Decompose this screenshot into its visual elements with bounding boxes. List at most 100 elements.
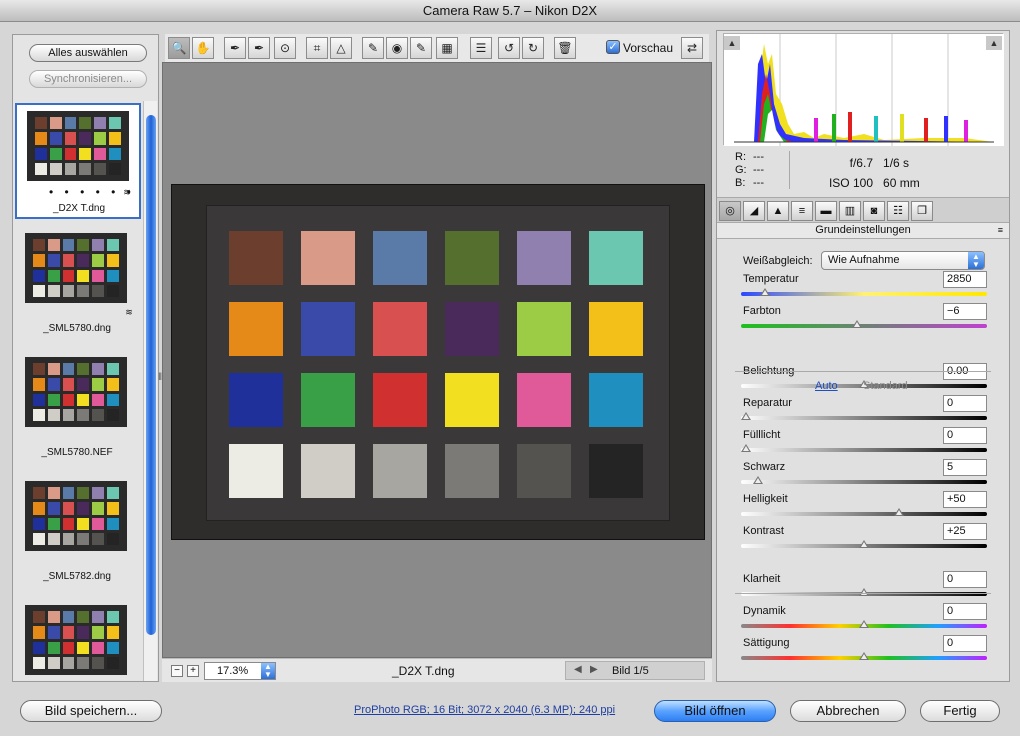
white-balance-icon[interactable]: ✒ [224, 37, 246, 59]
slider-track[interactable] [741, 480, 987, 484]
thumbnail-patch [92, 363, 105, 376]
slider-knob[interactable] [760, 288, 770, 296]
preferences-icon[interactable]: ☰ [470, 37, 492, 59]
slider-value-field[interactable]: 0 [943, 395, 987, 412]
slider-value-field[interactable]: 0 [943, 635, 987, 652]
thumbnail-patch [33, 532, 45, 545]
filmstrip-item[interactable]: ≋ _SML5780.dng [15, 227, 141, 343]
filmstrip-item[interactable]: _SML5782.dng [15, 475, 141, 591]
shadow-clipping-icon[interactable]: ▲ [724, 36, 740, 50]
slider-knob[interactable] [859, 620, 869, 628]
rotate-ccw-icon[interactable]: ↺ [498, 37, 520, 59]
thumbnail-patch [62, 284, 75, 297]
slider-knob[interactable] [894, 508, 904, 516]
slider-track[interactable] [741, 324, 987, 328]
tab-snapshots-icon[interactable]: ❐ [911, 201, 933, 221]
tab-split-toning-icon[interactable]: ▬ [815, 201, 837, 221]
target-adjustment-icon[interactable]: ⊙ [274, 37, 296, 59]
slider-track[interactable] [741, 512, 987, 516]
thumbnail-patch [77, 532, 90, 545]
thumbnail-patch [107, 393, 119, 406]
filmstrip-item[interactable]: • • • • • • ≋ _D2X T.dng [15, 103, 141, 219]
zoom-icon[interactable]: 🔍 [168, 37, 190, 59]
synchronize-button[interactable]: Synchronisieren... [29, 70, 147, 88]
red-eye-icon[interactable]: ◉ [386, 37, 408, 59]
color-patch [589, 302, 643, 356]
graduated-filter-icon[interactable]: ▦ [436, 37, 458, 59]
slider-track[interactable] [741, 292, 987, 296]
slider-value-field[interactable]: +25 [943, 523, 987, 540]
thumbnail-patch [33, 239, 45, 252]
slider-knob[interactable] [859, 540, 869, 548]
slider-value-field[interactable]: −6 [943, 303, 987, 320]
panel-menu-icon[interactable]: ≡ [998, 223, 1003, 238]
tab-camera-calibration-icon[interactable]: ◙ [863, 201, 885, 221]
slider-value-field[interactable]: 0 [943, 427, 987, 444]
slider-value-field[interactable]: 0 [943, 603, 987, 620]
color-patch [373, 231, 427, 285]
trash-icon[interactable]: 🗑 [554, 37, 576, 59]
thumbnail-patch [62, 487, 75, 500]
tab-presets-icon[interactable]: ☷ [887, 201, 909, 221]
slider-track[interactable] [741, 448, 987, 452]
r-value: --- [753, 151, 764, 163]
adjustment-brush-icon[interactable]: ✎ [410, 37, 432, 59]
save-image-button[interactable]: Bild speichern... [20, 700, 162, 722]
thumbnail-patch [47, 626, 60, 639]
spot-removal-icon[interactable]: ✎ [362, 37, 384, 59]
zoom-level-select[interactable]: 17.3% ▲ ▼ [204, 662, 276, 680]
slider-knob[interactable] [859, 652, 869, 660]
tab-tone-curve-icon[interactable]: ◢ [743, 201, 765, 221]
white-balance-label: Weißabgleich: [743, 255, 813, 267]
filmstrip-item[interactable] [15, 599, 141, 681]
done-button[interactable]: Fertig [920, 700, 1000, 722]
straighten-icon[interactable]: △ [330, 37, 352, 59]
next-image-icon[interactable]: ▶ [590, 664, 598, 675]
zoom-level-value: 17.3% [217, 665, 249, 677]
slider-value-field[interactable]: 2850 [943, 271, 987, 288]
tab-basic-icon[interactable]: ◎ [719, 201, 741, 221]
select-all-button[interactable]: Alles auswählen [29, 44, 147, 62]
slider-knob[interactable] [741, 444, 751, 452]
slider-value-field[interactable]: 0 [943, 571, 987, 588]
crop-icon[interactable]: ⌗ [306, 37, 328, 59]
tab-hsl-icon[interactable]: ≡ [791, 201, 813, 221]
slider-knob[interactable] [741, 412, 751, 420]
workflow-options-link[interactable]: ProPhoto RGB; 16 Bit; 3072 x 2040 (6.3 M… [354, 704, 615, 716]
slider-knob[interactable] [859, 588, 869, 596]
color-sampler-icon[interactable]: ✒ [248, 37, 270, 59]
image-canvas[interactable] [162, 62, 712, 658]
standard-link[interactable]: Standard [863, 380, 908, 392]
auto-link[interactable]: Auto [815, 380, 838, 392]
slider-knob[interactable] [852, 320, 862, 328]
slider-label: Reparatur [743, 397, 792, 409]
filmstrip-item-name: _SML5780.dng [43, 323, 111, 334]
white-balance-select[interactable]: Wie Aufnahme ▲ ▼ [821, 251, 985, 270]
thumbnail-patch [35, 117, 47, 130]
slider-value-field[interactable]: 5 [943, 459, 987, 476]
thumbnail-patch [79, 132, 92, 145]
zoom-out-button[interactable]: − [171, 665, 183, 677]
fullscreen-toggle-icon[interactable]: ⇄ [681, 37, 703, 59]
filmstrip-item-name: _SML5780.NEF [41, 447, 113, 458]
open-image-button[interactable]: Bild öffnen [654, 700, 776, 722]
cancel-button[interactable]: Abbrechen [790, 700, 906, 722]
filmstrip-scrollbar[interactable] [143, 101, 157, 681]
preview-checkbox[interactable]: ✓ [606, 40, 620, 54]
slider-value-field[interactable]: +50 [943, 491, 987, 508]
scrollbar-thumb[interactable] [146, 115, 156, 635]
tab-lens-icon[interactable]: ▥ [839, 201, 861, 221]
color-patch [301, 373, 355, 427]
previous-image-icon[interactable]: ◀ [574, 664, 582, 675]
rotate-cw-icon[interactable]: ↻ [522, 37, 544, 59]
slider-knob[interactable] [753, 476, 763, 484]
hand-icon[interactable]: ✋ [192, 37, 214, 59]
tab-detail-icon[interactable]: ▲ [767, 201, 789, 221]
thumbnail-patch [33, 363, 45, 376]
slider-track[interactable] [741, 416, 987, 420]
highlight-clipping-icon[interactable]: ▲ [986, 36, 1002, 50]
thumbnail-patch [92, 378, 105, 391]
zoom-in-button[interactable]: + [187, 665, 199, 677]
filmstrip-item[interactable]: _SML5780.NEF [15, 351, 141, 467]
divider [735, 593, 991, 594]
